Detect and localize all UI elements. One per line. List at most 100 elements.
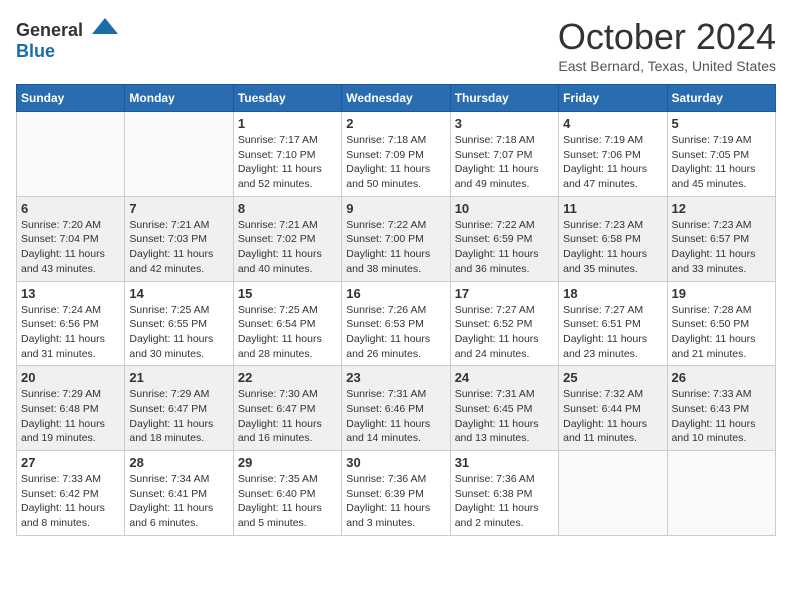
day-of-week-header: Sunday <box>17 85 125 112</box>
calendar-day-cell <box>125 112 233 197</box>
day-number: 31 <box>455 455 554 470</box>
day-number: 24 <box>455 370 554 385</box>
calendar-day-cell: 31 Sunrise: 7:36 AM Sunset: 6:38 PM Dayli… <box>450 451 558 536</box>
day-number: 4 <box>563 116 662 131</box>
day-number: 7 <box>129 201 228 216</box>
day-number: 26 <box>672 370 771 385</box>
day-number: 28 <box>129 455 228 470</box>
day-number: 12 <box>672 201 771 216</box>
calendar-day-cell: 9 Sunrise: 7:22 AM Sunset: 7:00 PM Daylig… <box>342 196 450 281</box>
day-info: Sunrise: 7:24 AM Sunset: 6:56 PM Dayligh… <box>21 303 120 362</box>
day-info: Sunrise: 7:33 AM Sunset: 6:42 PM Dayligh… <box>21 472 120 531</box>
calendar-week-row: 27Sunrise: 7:33 AM Sunset: 6:42 PM Dayli… <box>17 451 776 536</box>
day-info: Sunrise: 7:22 AM Sunset: 6:59 PM Dayligh… <box>455 218 554 277</box>
day-of-week-header: Tuesday <box>233 85 341 112</box>
page-header: General Blue October 2024 East Bernard, … <box>16 16 776 74</box>
day-info: Sunrise: 7:19 AM Sunset: 7:05 PM Dayligh… <box>672 133 771 192</box>
calendar-day-cell: 4Sunrise: 7:19 AM Sunset: 7:06 PM Daylig… <box>559 112 667 197</box>
month-title: October 2024 <box>558 16 776 58</box>
calendar-day-cell <box>667 451 775 536</box>
calendar-table: SundayMondayTuesdayWednesdayThursdayFrid… <box>16 84 776 536</box>
day-info: Sunrise: 7:35 AM Sunset: 6:40 PM Dayligh… <box>238 472 337 531</box>
day-number: 22 <box>238 370 337 385</box>
calendar-day-cell: 30 Sunrise: 7:36 AM Sunset: 6:39 PM Dayli… <box>342 451 450 536</box>
day-info: Sunrise: 7:34 AM Sunset: 6:41 PM Dayligh… <box>129 472 228 531</box>
day-number: 23 <box>346 370 445 385</box>
calendar-week-row: 20Sunrise: 7:29 AM Sunset: 6:48 PM Dayli… <box>17 366 776 451</box>
calendar-day-cell: 24 Sunrise: 7:31 AM Sunset: 6:45 PM Dayli… <box>450 366 558 451</box>
day-info: Sunrise: 7:32 AM Sunset: 6:44 PM Dayligh… <box>563 387 662 446</box>
day-info: Sunrise: 7:31 AM Sunset: 6:45 PM Dayligh… <box>455 387 554 446</box>
day-info: Sunrise: 7:23 AM Sunset: 6:57 PM Dayligh… <box>672 218 771 277</box>
calendar-day-cell: 13 Sunrise: 7:24 AM Sunset: 6:56 PM Dayli… <box>17 281 125 366</box>
day-info: Sunrise: 7:18 AM Sunset: 7:07 PM Dayligh… <box>455 133 554 192</box>
day-number: 8 <box>238 201 337 216</box>
day-info: Sunrise: 7:25 AM Sunset: 6:54 PM Dayligh… <box>238 303 337 362</box>
day-number: 6 <box>21 201 120 216</box>
calendar-week-row: 6 Sunrise: 7:20 AM Sunset: 7:04 PM Daylig… <box>17 196 776 281</box>
calendar-day-cell: 6 Sunrise: 7:20 AM Sunset: 7:04 PM Daylig… <box>17 196 125 281</box>
day-number: 10 <box>455 201 554 216</box>
calendar-day-cell: 1 Sunrise: 7:17 AM Sunset: 7:10 PM Daylig… <box>233 112 341 197</box>
calendar-day-cell: 21Sunrise: 7:29 AM Sunset: 6:47 PM Dayli… <box>125 366 233 451</box>
day-number: 13 <box>21 286 120 301</box>
day-of-week-header: Thursday <box>450 85 558 112</box>
day-info: Sunrise: 7:36 AM Sunset: 6:39 PM Dayligh… <box>346 472 445 531</box>
day-info: Sunrise: 7:36 AM Sunset: 6:38 PM Dayligh… <box>455 472 554 531</box>
day-number: 14 <box>129 286 228 301</box>
day-info: Sunrise: 7:27 AM Sunset: 6:51 PM Dayligh… <box>563 303 662 362</box>
day-number: 18 <box>563 286 662 301</box>
day-info: Sunrise: 7:20 AM Sunset: 7:04 PM Dayligh… <box>21 218 120 277</box>
calendar-day-cell: 27Sunrise: 7:33 AM Sunset: 6:42 PM Dayli… <box>17 451 125 536</box>
day-info: Sunrise: 7:18 AM Sunset: 7:09 PM Dayligh… <box>346 133 445 192</box>
day-info: Sunrise: 7:31 AM Sunset: 6:46 PM Dayligh… <box>346 387 445 446</box>
calendar-day-cell: 8Sunrise: 7:21 AM Sunset: 7:02 PM Daylig… <box>233 196 341 281</box>
calendar-day-cell: 10 Sunrise: 7:22 AM Sunset: 6:59 PM Dayli… <box>450 196 558 281</box>
day-number: 20 <box>21 370 120 385</box>
day-info: Sunrise: 7:28 AM Sunset: 6:50 PM Dayligh… <box>672 303 771 362</box>
calendar-week-row: 13 Sunrise: 7:24 AM Sunset: 6:56 PM Dayli… <box>17 281 776 366</box>
calendar-day-cell: 26Sunrise: 7:33 AM Sunset: 6:43 PM Dayli… <box>667 366 775 451</box>
day-of-week-header: Monday <box>125 85 233 112</box>
calendar-day-cell: 29 Sunrise: 7:35 AM Sunset: 6:40 PM Dayli… <box>233 451 341 536</box>
calendar-day-cell: 18 Sunrise: 7:27 AM Sunset: 6:51 PM Dayli… <box>559 281 667 366</box>
calendar-day-cell: 2 Sunrise: 7:18 AM Sunset: 7:09 PM Daylig… <box>342 112 450 197</box>
day-number: 11 <box>563 201 662 216</box>
day-info: Sunrise: 7:23 AM Sunset: 6:58 PM Dayligh… <box>563 218 662 277</box>
day-number: 2 <box>346 116 445 131</box>
calendar-day-cell: 25 Sunrise: 7:32 AM Sunset: 6:44 PM Dayli… <box>559 366 667 451</box>
calendar-day-cell: 17Sunrise: 7:27 AM Sunset: 6:52 PM Dayli… <box>450 281 558 366</box>
day-info: Sunrise: 7:21 AM Sunset: 7:03 PM Dayligh… <box>129 218 228 277</box>
calendar-day-cell: 14 Sunrise: 7:25 AM Sunset: 6:55 PM Dayli… <box>125 281 233 366</box>
calendar-day-cell: 19 Sunrise: 7:28 AM Sunset: 6:50 PM Dayli… <box>667 281 775 366</box>
day-info: Sunrise: 7:25 AM Sunset: 6:55 PM Dayligh… <box>129 303 228 362</box>
calendar-day-cell: 20Sunrise: 7:29 AM Sunset: 6:48 PM Dayli… <box>17 366 125 451</box>
calendar-day-cell: 7 Sunrise: 7:21 AM Sunset: 7:03 PM Daylig… <box>125 196 233 281</box>
day-number: 9 <box>346 201 445 216</box>
logo-general-text: General <box>16 20 83 40</box>
calendar-day-cell: 28 Sunrise: 7:34 AM Sunset: 6:41 PM Dayli… <box>125 451 233 536</box>
calendar-day-cell: 23 Sunrise: 7:31 AM Sunset: 6:46 PM Dayli… <box>342 366 450 451</box>
calendar-day-cell: 22Sunrise: 7:30 AM Sunset: 6:47 PM Dayli… <box>233 366 341 451</box>
day-info: Sunrise: 7:27 AM Sunset: 6:52 PM Dayligh… <box>455 303 554 362</box>
day-number: 30 <box>346 455 445 470</box>
day-number: 29 <box>238 455 337 470</box>
day-number: 21 <box>129 370 228 385</box>
calendar-day-cell: 16Sunrise: 7:26 AM Sunset: 6:53 PM Dayli… <box>342 281 450 366</box>
logo-blue-text: Blue <box>16 41 55 61</box>
calendar-day-cell: 5Sunrise: 7:19 AM Sunset: 7:05 PM Daylig… <box>667 112 775 197</box>
day-info: Sunrise: 7:17 AM Sunset: 7:10 PM Dayligh… <box>238 133 337 192</box>
calendar-day-cell: 15 Sunrise: 7:25 AM Sunset: 6:54 PM Dayli… <box>233 281 341 366</box>
day-of-week-header: Saturday <box>667 85 775 112</box>
header-row: SundayMondayTuesdayWednesdayThursdayFrid… <box>17 85 776 112</box>
logo-icon <box>90 16 120 36</box>
day-number: 1 <box>238 116 337 131</box>
day-number: 19 <box>672 286 771 301</box>
day-info: Sunrise: 7:22 AM Sunset: 7:00 PM Dayligh… <box>346 218 445 277</box>
day-of-week-header: Friday <box>559 85 667 112</box>
calendar-day-cell <box>17 112 125 197</box>
day-number: 25 <box>563 370 662 385</box>
day-number: 15 <box>238 286 337 301</box>
calendar-week-row: 1 Sunrise: 7:17 AM Sunset: 7:10 PM Daylig… <box>17 112 776 197</box>
calendar-day-cell: 12 Sunrise: 7:23 AM Sunset: 6:57 PM Dayli… <box>667 196 775 281</box>
